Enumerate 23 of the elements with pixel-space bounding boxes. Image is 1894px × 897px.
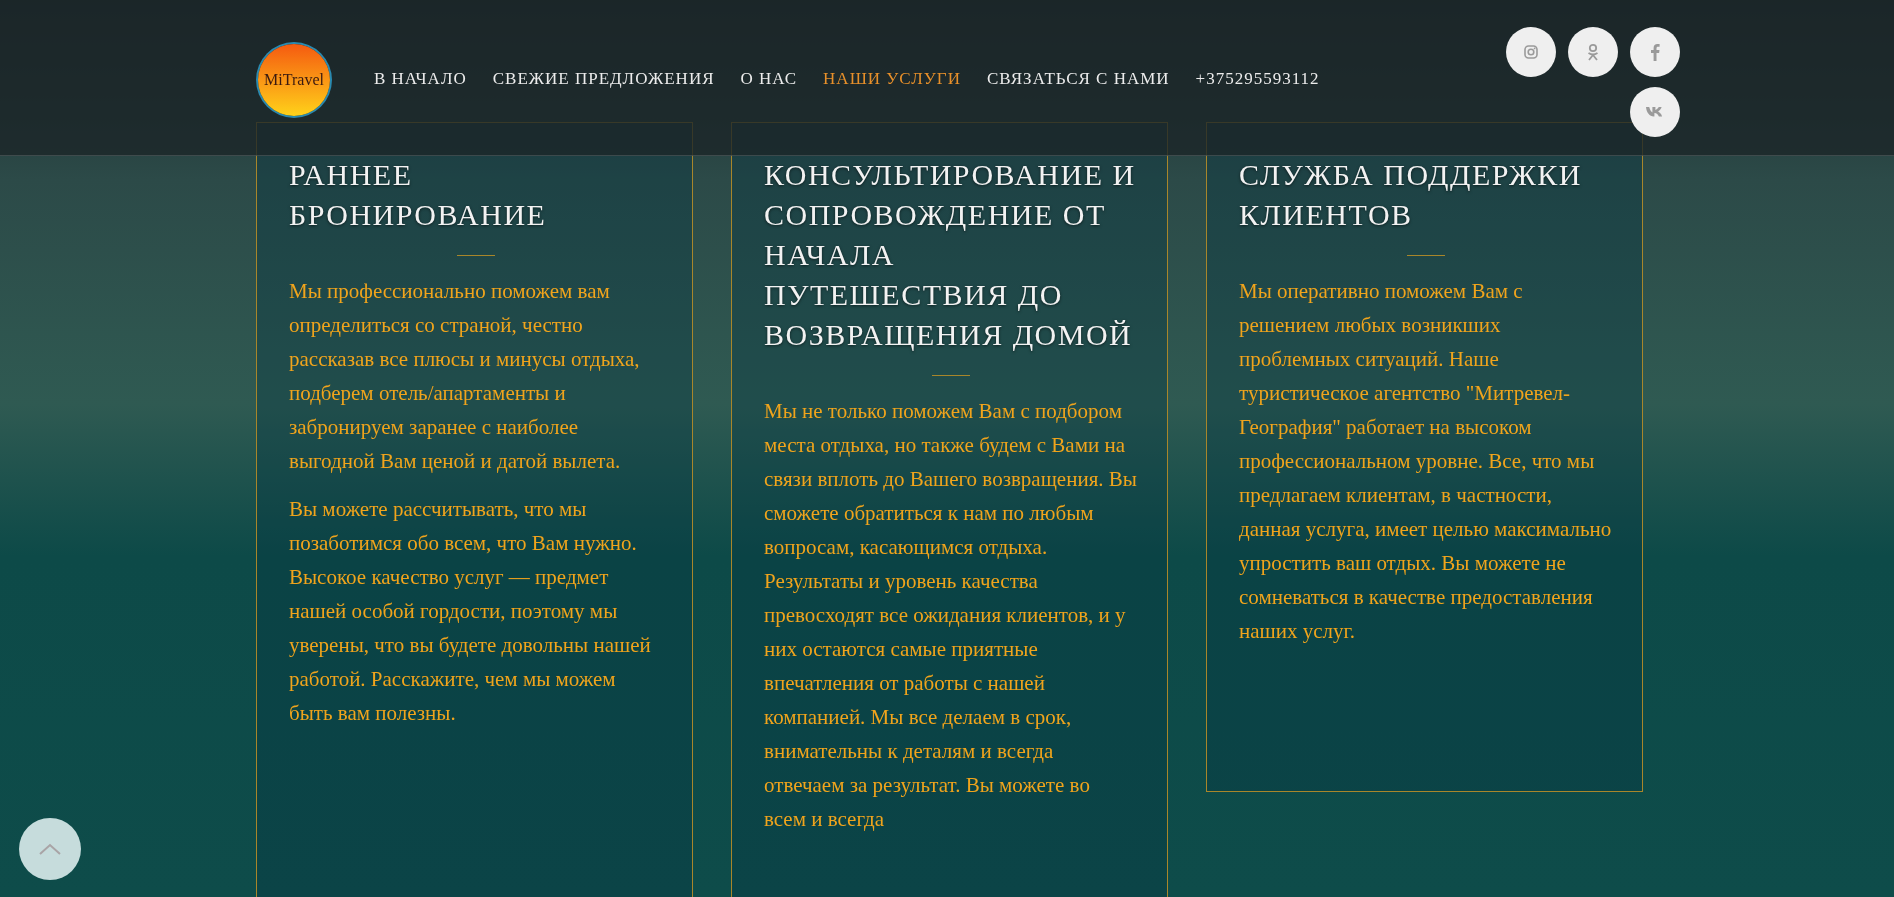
service-description: Мы не только поможем Вам с подбором места отдыха, но также будем с Вами на связи вплоть до Вашего возвращения. Вы сможете обратиться к нам по любым вопросам, касающимся отдыха. Результаты и уровень качества превосходят все ожидания клиентов, и у них остаются самые приятные впечатления от работы с нашей компанией. Мы все делаем в срок, внимательны к деталям и всегда отвечаем за результат. Вы можете во всем и всегда [764,398,1137,833]
instagram-icon [1523,44,1539,60]
nav-link[interactable]: +375295593112 [1195,69,1320,89]
nav-link[interactable]: СВЕЖИЕ ПРЕДЛОЖЕНИЯ [492,69,715,89]
social-button[interactable] [1630,27,1680,77]
service-description: Мы профессионально поможем вам определиться со страной, честно рассказав все плюсы и минусы отдыха, подберем отель/апартаменты и забронируем заранее с наиболее выгодной Вам ценой и датой вылета. [289,278,641,475]
odnoklassniki-icon [1586,43,1600,61]
social-button[interactable] [1506,27,1556,77]
nav-link[interactable]: СВЯЗАТЬСЯ С НАМИ [986,69,1170,89]
service-description: Вы можете рассчитывать, что мы позаботимся обо всем, что Вам нужно. Высокое качество услуг — предмет нашей особой гордости, поэтому мы уверены, что вы будете довольны нашей работой. Расскажите, чем мы можем быть вам полезны. [289,496,652,727]
social-button[interactable] [1568,27,1618,77]
service-title: РАННЕЕ БРОНИРОВАНИЕ [289,157,548,233]
nav-link[interactable]: О НАС [740,69,798,89]
service-description: Мы оперативно поможем Вам с решением любых возникших проблемных ситуаций. Наше туристическое агентство "Митревел-География" работает на высоком профессиональном уровне. Все, что мы предлагаем клиентам, в частности, данная услуга, имеет целью максимально упростить ваш отдых. Вы можете не сомневаться в качестве предоставления наших услуг. [1239,278,1612,645]
nav-link[interactable]: В НАЧАЛО [374,69,467,89]
nav-link[interactable]: НАШИ УСЛУГИ [823,69,961,89]
service-title: СЛУЖБА ПОДДЕРЖКИ КЛИЕНТОВ [1239,157,1583,233]
facebook-icon [1650,43,1660,61]
logo[interactable]: MiTravel [258,44,330,116]
chevron-up-icon [38,842,62,856]
social-button[interactable] [1630,87,1680,137]
service-title: КОНСУЛЬТИРОВАНИЕ И СОПРОВОЖДЕНИЕ ОТ НАЧАЛА ПУТЕШЕСТВИЯ ДО ВОЗВРАЩЕНИЯ ДОМОЙ [764,157,1137,353]
vk-icon [1645,106,1665,118]
